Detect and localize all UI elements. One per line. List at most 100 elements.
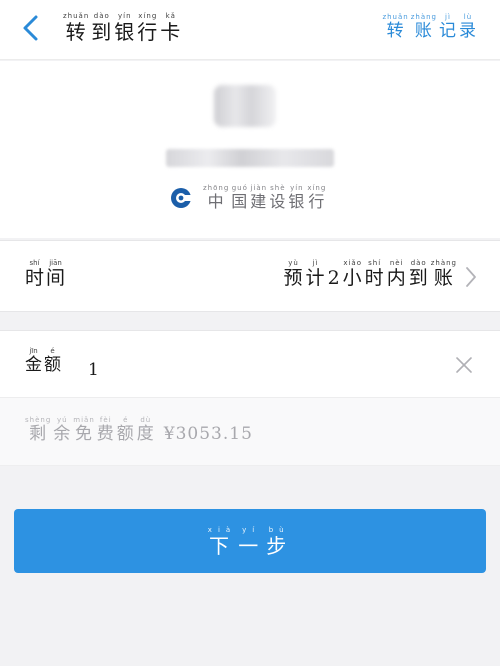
pinyin: shí <box>29 259 40 267</box>
recipient-name-masked <box>214 85 276 127</box>
hanzi: 账 <box>414 21 433 41</box>
pinyin: fèi <box>99 416 112 424</box>
arrival-time-value: yù 预 jì 计 2 xiǎo 小 shí 时 nèi 内 dào 到 zhàng 账 <box>283 259 458 289</box>
char-with-pinyin: zhuǎn 转 <box>382 13 408 41</box>
char-with-pinyin: yín 银 <box>288 184 305 211</box>
hanzi: 时 <box>25 267 45 289</box>
pinyin: bù <box>268 525 290 534</box>
pinyin: jì <box>312 259 319 267</box>
hanzi: 2 <box>327 267 341 289</box>
char-with-pinyin: yín 银 <box>114 12 135 43</box>
pinyin: zhàng <box>410 13 437 21</box>
arrival-time-row[interactable]: shí 时 jiān 间 yù 预 jì 计 2 xiǎo 小 shí 时 nèi 内 dào 到 zhàng 账 <box>0 240 500 312</box>
char-with-pinyin: dào 到 <box>91 12 112 43</box>
fee-free-quota-label: shèng 剩 yú 余 miǎn 免 fèi 费 é 额 dù 度 <box>24 416 156 444</box>
close-icon[interactable] <box>452 353 476 377</box>
pinyin: yù <box>288 259 299 267</box>
hanzi: 金 <box>25 355 42 375</box>
hanzi: 行 <box>308 192 326 212</box>
hanzi: 余 <box>53 424 72 444</box>
char-with-pinyin: xíng 行 <box>137 12 158 43</box>
char-with-pinyin: bù 步 <box>266 526 292 557</box>
hanzi: 到 <box>91 20 113 44</box>
time-label: shí 时 jiān 间 <box>24 259 66 289</box>
amount-input[interactable] <box>88 357 388 383</box>
recipient-card: zhōng 中 guó 国 jiàn 建 shè 设 yín 银 xíng 行 <box>0 61 500 238</box>
hanzi: 卡 <box>160 20 182 44</box>
pinyin: shè <box>270 184 286 193</box>
pinyin: zhuǎn <box>63 12 90 20</box>
char-with-pinyin: zhōng 中 <box>203 184 229 211</box>
fee-free-quota-row: shèng 剩 yú 余 miǎn 免 fèi 费 é 额 dù 度 ¥3053.15 <box>0 398 500 466</box>
char-with-pinyin: dào 到 <box>409 259 429 289</box>
ccb-logo-icon <box>171 188 192 208</box>
hanzi: 内 <box>386 267 407 289</box>
fee-free-quota: shèng 剩 yú 余 miǎn 免 fèi 费 é 额 dù 度 ¥3053.15 <box>24 416 253 444</box>
char-with-pinyin: shí 时 <box>25 259 44 289</box>
page-title: zhuǎn 转 dào 到 yín 银 xíng 行 kǎ 卡 <box>62 12 182 43</box>
char-with-pinyin: kǎ 卡 <box>160 12 181 43</box>
char-with-pinyin: miǎn 免 <box>73 416 95 444</box>
char-with-pinyin: yú 余 <box>53 416 71 444</box>
pinyin: lù <box>463 13 473 21</box>
pinyin: yí <box>242 525 261 534</box>
pinyin: kǎ <box>165 12 176 20</box>
char-with-pinyin: é额 <box>44 347 61 375</box>
char-with-pinyin: shèng 剩 <box>25 416 51 444</box>
hanzi: 转 <box>65 20 87 44</box>
char-with-pinyin: fèi 费 <box>97 416 115 444</box>
hanzi: 转 <box>386 21 405 41</box>
hanzi: 剩 <box>29 424 48 444</box>
hanzi: 间 <box>46 267 66 289</box>
char-with-pinyin: guó 国 <box>231 184 248 211</box>
transfer-records-link[interactable]: zhuǎn 转 zhàng 账 jì 记 lù 录 <box>381 13 478 41</box>
char-with-pinyin: nèi 内 <box>387 259 407 289</box>
pinyin: shí <box>368 259 382 267</box>
hanzi: 步 <box>266 533 293 558</box>
char-with-pinyin: é额 <box>117 416 135 444</box>
char-with-pinyin: xiǎo 小 <box>343 259 363 289</box>
char-with-pinyin: jì 记 <box>439 13 457 41</box>
hanzi: 计 <box>305 267 326 289</box>
navigation-bar: zhuǎn 转 dào 到 yín 银 xíng 行 kǎ 卡 zhuǎn 转 zhàng 账 jì 记 lù… <box>0 0 500 60</box>
hanzi: 中 <box>207 192 225 212</box>
pinyin: miǎn <box>73 416 95 424</box>
char-with-pinyin: jīn 金 <box>25 347 42 375</box>
pinyin: dào <box>410 259 427 267</box>
bank-info: zhōng 中 guó 国 jiàn 建 shè 设 yín 银 xíng 行 <box>170 183 327 211</box>
hanzi: 国 <box>231 192 249 212</box>
hanzi: 到 <box>408 267 429 289</box>
pinyin: zhuǎn <box>382 13 409 21</box>
hanzi: 费 <box>96 424 115 444</box>
char-with-pinyin: zhuǎn 转 <box>63 12 89 43</box>
amount-row: jīn 金 é 额 <box>0 330 500 398</box>
char-with-pinyin: zhàng 账 <box>411 13 437 41</box>
pinyin: jiān <box>49 259 62 267</box>
pinyin: xíng <box>138 12 158 20</box>
next-step-button[interactable]: xià 下 yí 一 bù 步 <box>14 509 486 573</box>
char-with-pinyin: lù 录 <box>459 13 477 41</box>
chevron-left-icon[interactable] <box>14 10 50 46</box>
hanzi: 录 <box>459 21 477 41</box>
char-with-pinyin: jiān 间 <box>46 259 65 289</box>
account-number-masked <box>166 149 334 167</box>
char-with-pinyin: yù 预 <box>284 259 304 289</box>
char-with-pinyin: jiàn 建 <box>250 184 267 211</box>
char-with-pinyin: xíng 行 <box>307 184 326 211</box>
pinyin: é <box>50 347 55 355</box>
hanzi: 小 <box>342 267 363 289</box>
pinyin: xià <box>207 525 237 534</box>
pinyin: zhōng <box>203 184 230 193</box>
hanzi: 设 <box>269 192 287 212</box>
amount-label: jīn 金 é 额 <box>24 347 62 375</box>
pinyin: xiǎo <box>343 259 362 267</box>
hanzi: 银 <box>114 20 136 44</box>
pinyin: jiàn <box>250 184 268 193</box>
hanzi: 预 <box>283 267 304 289</box>
hanzi: 额 <box>44 355 61 375</box>
bank-name: zhōng 中 guó 国 jiàn 建 shè 设 yín 银 xíng 行 <box>202 184 327 211</box>
pinyin: nèi <box>389 259 404 267</box>
hanzi: 度 <box>136 424 155 444</box>
pinyin: zhàng <box>430 259 457 267</box>
pinyin: yín <box>290 184 304 193</box>
